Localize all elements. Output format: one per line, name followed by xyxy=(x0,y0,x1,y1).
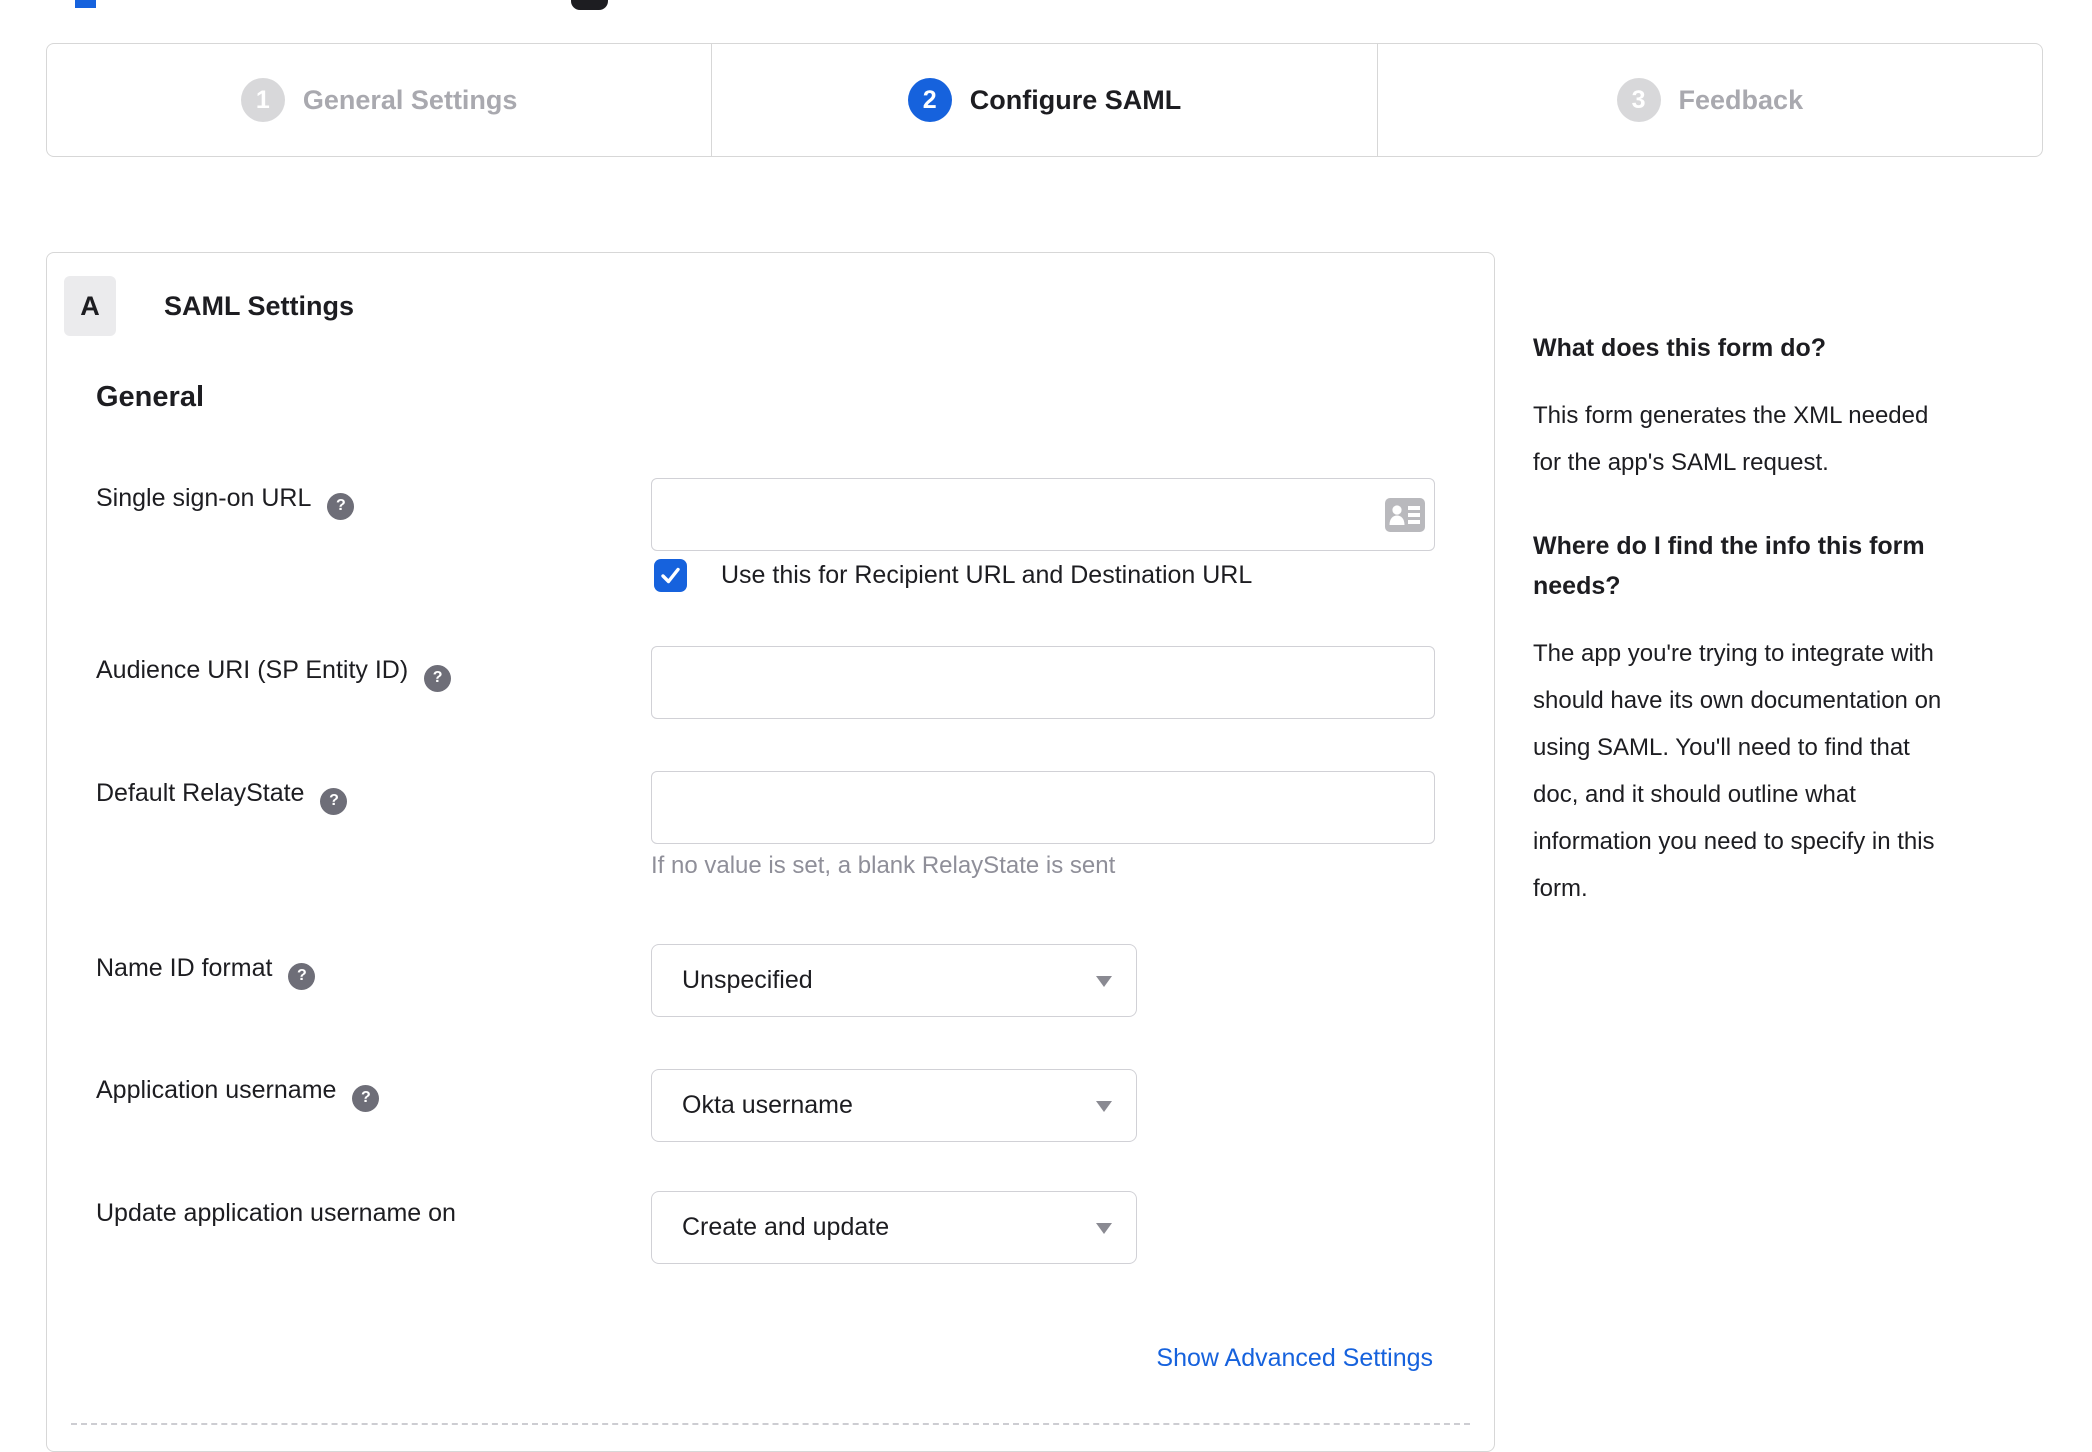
step-label: Feedback xyxy=(1678,84,1804,115)
application-username-select[interactable]: Okta username xyxy=(651,1069,1137,1142)
help-paragraph-where: The app you're trying to integrate with … xyxy=(1533,640,1942,902)
help-heading-what: What does this form do? xyxy=(1533,334,1827,362)
show-advanced-settings-link[interactable]: Show Advanced Settings xyxy=(1156,1344,1433,1373)
default-relaystate-label: Default RelayState? xyxy=(96,779,348,815)
help-heading-where: Where do I find the info this form needs… xyxy=(1533,532,1925,600)
section-dashed-divider xyxy=(71,1423,1470,1425)
help-paragraph-what: This form generates the XML needed for t… xyxy=(1533,402,1929,476)
help-icon[interactable]: ? xyxy=(320,787,348,815)
name-id-format-label-text: Name ID format xyxy=(96,954,273,982)
update-app-username-value: Create and update xyxy=(682,1213,890,1241)
help-icon[interactable]: ? xyxy=(327,492,355,520)
contact-card-icon[interactable] xyxy=(1385,498,1425,532)
sso-url-input[interactable] xyxy=(651,478,1435,551)
section-a-badge: A xyxy=(64,276,116,336)
step-feedback[interactable]: 3 Feedback xyxy=(1376,44,2042,156)
cutoff-dark-fragment xyxy=(571,0,608,10)
audience-uri-label: Audience URI (SP Entity ID)? xyxy=(96,656,452,692)
application-username-value: Okta username xyxy=(682,1091,853,1119)
name-id-format-select[interactable]: Unspecified xyxy=(651,944,1137,1017)
help-sidebar: What does this form do? This form genera… xyxy=(1533,328,2013,952)
chevron-down-icon xyxy=(1096,1101,1112,1112)
audience-uri-input[interactable] xyxy=(651,646,1435,719)
general-group-heading: General xyxy=(96,381,204,413)
name-id-format-value: Unspecified xyxy=(682,966,813,994)
step-label: Configure SAML xyxy=(969,84,1182,115)
saml-settings-panel: A SAML Settings General Single sign-on U… xyxy=(46,252,1495,1452)
relaystate-hint: If no value is set, a blank RelayState i… xyxy=(651,852,1116,879)
default-relaystate-input[interactable] xyxy=(651,771,1435,844)
audience-uri-label-text: Audience URI (SP Entity ID) xyxy=(96,656,409,684)
update-app-username-label: Update application username on xyxy=(96,1199,456,1228)
update-app-username-select[interactable]: Create and update xyxy=(651,1191,1137,1264)
chevron-down-icon xyxy=(1096,1223,1112,1234)
help-icon[interactable]: ? xyxy=(288,962,316,990)
cutoff-blue-fragment xyxy=(75,0,96,8)
step-number-badge: 1 xyxy=(240,78,285,122)
application-username-label: Application username? xyxy=(96,1076,380,1112)
recipient-url-checkbox-label[interactable]: Use this for Recipient URL and Destinati… xyxy=(721,561,1252,590)
name-id-format-label: Name ID format? xyxy=(96,954,316,990)
step-general-settings[interactable]: 1 General Settings xyxy=(47,44,711,156)
step-number-badge: 2 xyxy=(907,78,952,122)
update-app-username-label-text: Update application username on xyxy=(96,1199,456,1227)
check-icon xyxy=(661,567,680,584)
sso-url-label: Single sign-on URL? xyxy=(96,484,355,520)
step-label: General Settings xyxy=(302,84,518,115)
chevron-down-icon xyxy=(1096,976,1112,987)
step-configure-saml[interactable]: 2 Configure SAML xyxy=(711,44,1376,156)
recipient-url-checkbox[interactable] xyxy=(654,559,687,592)
step-number-badge: 3 xyxy=(1616,78,1661,122)
sso-url-label-text: Single sign-on URL xyxy=(96,484,312,512)
application-username-label-text: Application username xyxy=(96,1076,337,1104)
help-icon[interactable]: ? xyxy=(352,1084,380,1112)
help-icon[interactable]: ? xyxy=(424,664,452,692)
wizard-stepper: 1 General Settings 2 Configure SAML 3 Fe… xyxy=(46,43,2043,157)
default-relaystate-label-text: Default RelayState xyxy=(96,779,305,807)
sso-url-input-wrap xyxy=(651,478,1435,551)
section-title: SAML Settings xyxy=(164,291,355,321)
